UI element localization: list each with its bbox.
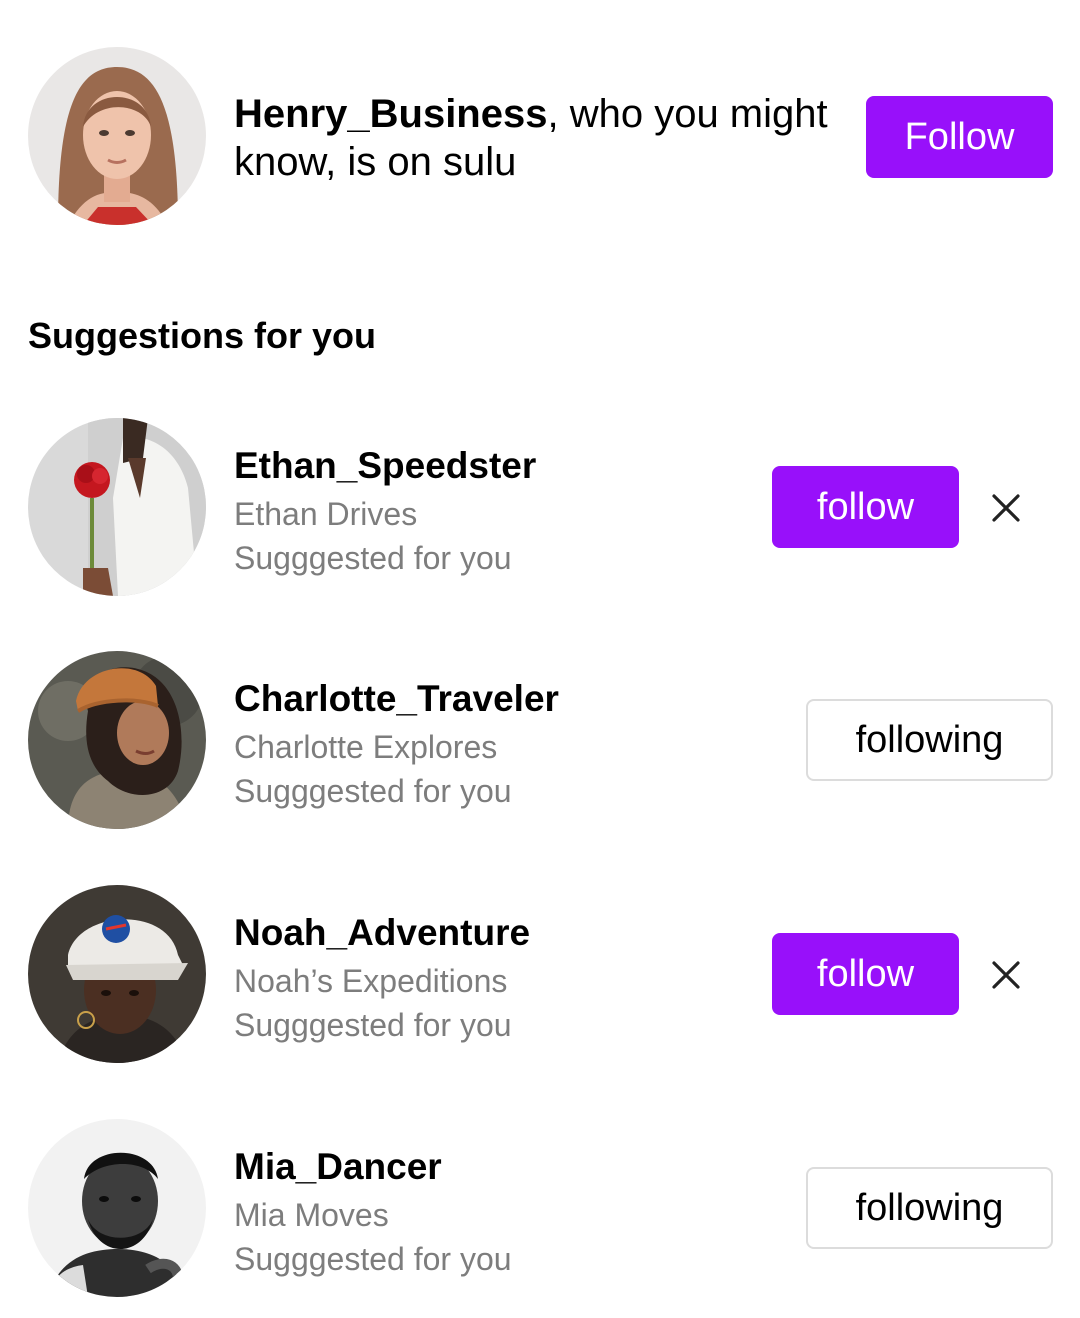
- following-button-charlotte-traveler[interactable]: following: [806, 699, 1053, 781]
- follow-button-henry-business[interactable]: Follow: [866, 96, 1053, 178]
- avatar-henry-business[interactable]: [28, 47, 206, 225]
- avatar-ethan-speedster[interactable]: [28, 418, 206, 596]
- close-icon[interactable]: [984, 953, 1028, 997]
- suggestion-username[interactable]: Noah_Adventure: [234, 911, 530, 955]
- close-icon[interactable]: [984, 486, 1028, 530]
- suggestions-title: Suggestions for you: [28, 315, 377, 356]
- suggestion-display-name: Charlotte Explores: [234, 729, 498, 765]
- following-button-mia-dancer[interactable]: following: [806, 1167, 1053, 1249]
- suggestion-display-name: Ethan Drives: [234, 496, 418, 532]
- suggestion-username[interactable]: Ethan_Speedster: [234, 444, 536, 488]
- suggestion-reason: Sugggested for you: [234, 773, 512, 809]
- avatar-charlotte-traveler[interactable]: [28, 651, 206, 829]
- suggestion-reason: Sugggested for you: [234, 1007, 512, 1043]
- suggestion-username[interactable]: Mia_Dancer: [234, 1145, 442, 1189]
- avatar-noah-adventure[interactable]: [28, 885, 206, 1063]
- notification-username[interactable]: Henry_Business: [234, 92, 547, 136]
- follow-button-ethan-speedster[interactable]: follow: [772, 466, 959, 548]
- suggestion-display-name: Noah’s Expeditions: [234, 963, 508, 999]
- suggestion-display-name: Mia Moves: [234, 1197, 389, 1233]
- notification-text: Henry_Business, who you might know, is o…: [234, 90, 844, 186]
- follow-button-noah-adventure[interactable]: follow: [772, 933, 959, 1015]
- suggestion-reason: Sugggested for you: [234, 540, 512, 576]
- avatar-mia-dancer[interactable]: [28, 1119, 206, 1297]
- suggestion-reason: Sugggested for you: [234, 1241, 512, 1277]
- suggestion-username[interactable]: Charlotte_Traveler: [234, 677, 559, 721]
